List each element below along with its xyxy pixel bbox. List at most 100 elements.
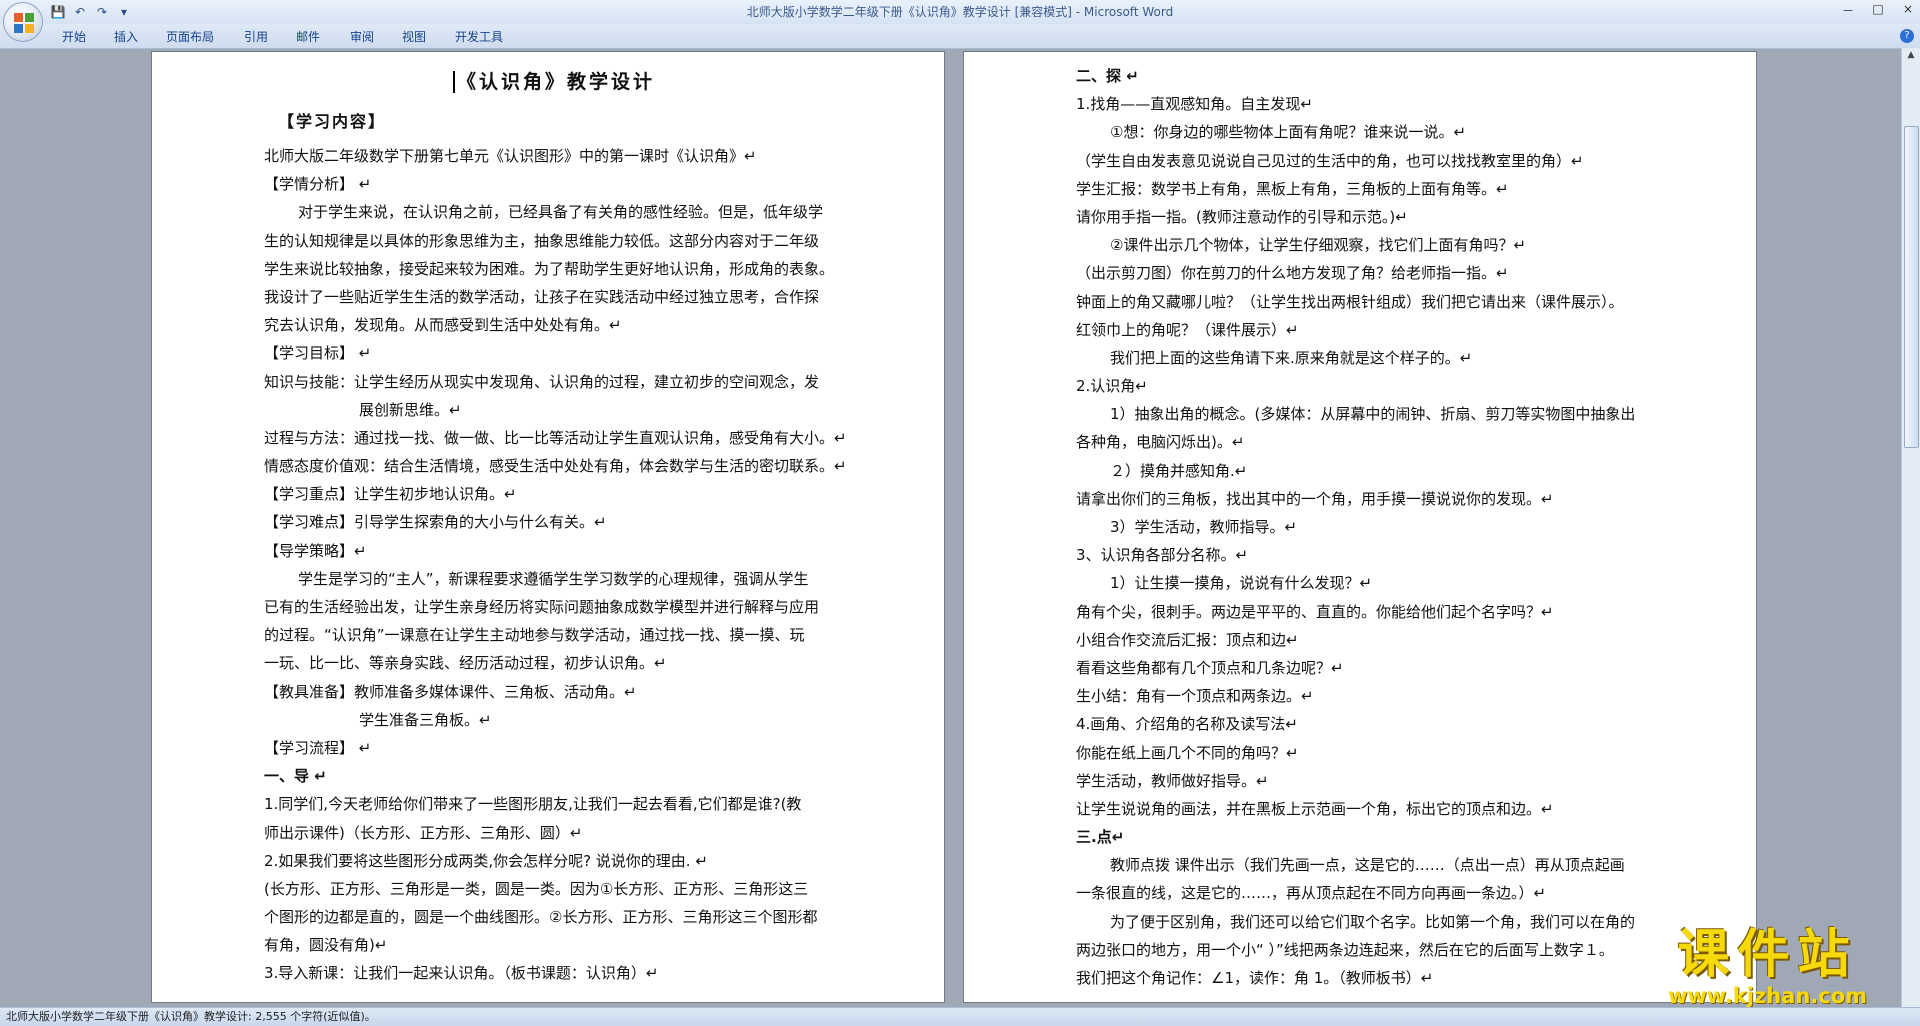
- tab-developer[interactable]: 开发工具: [455, 28, 503, 45]
- watermark-url: www.kjzhan.com: [1668, 984, 1868, 1008]
- paragraph-line: 3）学生活动，教师指导。↵: [1110, 518, 1298, 536]
- paragraph-line: 学生活动，教师做好指导。↵: [1076, 771, 1269, 790]
- paragraph-line: 看看这些角都有几个顶点和几条边呢？↵: [1076, 658, 1344, 677]
- paragraph-line: 【学习目标】 ↵: [264, 344, 372, 363]
- document-title: 《认识角》教学设计: [264, 62, 844, 102]
- quick-access-toolbar: 💾 ↶ ↷ ▾: [50, 3, 132, 21]
- customize-qat-icon[interactable]: ▾: [116, 5, 132, 19]
- office-button[interactable]: [3, 2, 43, 42]
- paragraph-line: 【导学策略】↵: [264, 541, 367, 560]
- paragraph-line: 你能在纸上画几个不同的角吗？↵: [1076, 743, 1299, 762]
- paragraph-line: 一条很直的线，这是它的……，再从顶点起在不同方向再画一条边。）↵: [1076, 884, 1547, 903]
- paragraph-line: 【教具准备】教师准备多媒体课件、三角板、活动角。↵: [264, 682, 637, 701]
- paragraph-line: 我们把这个角记作：∠1，读作：角 1。（教师板书）↵: [1076, 969, 1434, 987]
- paragraph-line: 【学情分析】 ↵: [264, 175, 372, 194]
- window-controls: － □ ×: [1840, 2, 1916, 19]
- scroll-up-icon[interactable]: ▲: [1904, 50, 1918, 64]
- paragraph-line: 个图形的边都是直的，圆是一个曲线图形。②长方形、正方形、三角形这三个图形都: [264, 908, 818, 927]
- close-button[interactable]: ×: [1900, 2, 1916, 19]
- paragraph-line: ①想：你身边的哪些物体上面有角呢？谁来说一说。↵: [1110, 123, 1467, 142]
- paragraph-line: 师出示课件)（长方形、正方形、三角形、圆）↵: [264, 823, 583, 842]
- watermark-text: 课件站: [1677, 925, 1858, 985]
- paragraph-line: 2.认识角↵: [1076, 377, 1148, 396]
- paragraph-line: 3、认识角各部分名称。↵: [1076, 546, 1249, 565]
- help-icon[interactable]: ?: [1900, 29, 1914, 43]
- paragraph-line: （出示剪刀图）你在剪刀的什么地方发现了角？给老师指一指。↵: [1076, 264, 1509, 283]
- paragraph-line: 钟面上的角又藏哪儿啦？（让学生找出两根针组成）我们把它请出来（课件展示）。: [1076, 292, 1624, 311]
- paragraph-line: 二、探 ↵: [1076, 67, 1139, 85]
- paragraph-line: 生的认知规律是以具体的形象思维为主，抽象思维能力较低。这部分内容对于二年级: [264, 231, 820, 250]
- status-bar: 北师大版小学数学二年级下册《认识角》教学设计: 2,555 个字符(近似值)。: [0, 1007, 1920, 1026]
- paragraph-line: 知识与技能：让学生经历从现实中发现角、认识角的过程，建立初步的空间观念，发: [264, 372, 820, 391]
- paragraph-line: ②课件出示几个物体，让学生仔细观察，找它们上面有角吗？↵: [1110, 236, 1527, 255]
- paragraph-line: 一、导 ↵: [264, 767, 327, 786]
- paragraph-line: 有角，圆没有角)↵: [264, 936, 388, 955]
- vertical-scrollbar[interactable]: ▲: [1901, 48, 1920, 1008]
- maximize-button[interactable]: □: [1870, 2, 1886, 19]
- title-bar: 💾 ↶ ↷ ▾ 北师大版小学数学二年级下册《认识角》教学设计 [兼容模式] - …: [0, 0, 1920, 25]
- left-page-paragraphs: 北师大版二年级数学下册第七单元《认识图形》中的第一课时《认识角》↵ 【学情分析】 …: [264, 142, 847, 988]
- paragraph-line: 4.画角、介绍角的名称及读写法↵: [1076, 715, 1298, 734]
- paragraph-line: 学生准备三角板。↵: [359, 710, 492, 729]
- right-page-body: 二、探 ↵ 1.找角——直观感知角。自主发现↵ ①想：你身边的哪些物体上面有角呢？谁…: [1076, 62, 1686, 992]
- paragraph-line: 学生汇报：数学书上有角，黑板上有角，三角板的上面有角等。↵: [1076, 179, 1509, 198]
- tab-mailings[interactable]: 邮件: [296, 28, 320, 45]
- paragraph-line: （学生自由发表意见说说自己见过的生活中的角，也可以找找教室里的角）↵: [1076, 151, 1584, 170]
- right-page-paragraphs: 二、探 ↵ 1.找角——直观感知角。自主发现↵ ①想：你身边的哪些物体上面有角呢？谁…: [1076, 62, 1686, 992]
- paragraph-line: 【学习难点】引导学生探索角的大小与什么有关。↵: [264, 513, 607, 532]
- tab-references[interactable]: 引用: [244, 28, 268, 45]
- paragraph-line: 两边张口的地方，用一个小“ ）”线把两条边连起来，然后在它的后面写上数字１。: [1076, 940, 1614, 959]
- paragraph-line: 教师点拨 课件出示（我们先画一点，这是它的……（点出一点）再从顶点起画: [1110, 856, 1625, 875]
- paragraph-line: 展创新思维。↵: [359, 400, 462, 419]
- undo-icon[interactable]: ↶: [72, 5, 88, 19]
- word-count-status[interactable]: 北师大版小学数学二年级下册《认识角》教学设计: 2,555 个字符(近似值)。: [6, 1008, 376, 1026]
- paragraph-line: 小组合作交流后汇报：顶点和边↵: [1076, 630, 1299, 649]
- paragraph-line: 为了便于区别角，我们还可以给它们取个名字。比如第一个角，我们可以在角的: [1110, 912, 1636, 931]
- paragraph-line: 请拿出你们的三角板，找出其中的一个角，用手摸一摸说说你的发现。↵: [1076, 489, 1554, 508]
- paragraph-line: 1.同学们,今天老师给你们带来了一些图形朋友,让我们一起去看看,它们都是谁?(教: [264, 795, 802, 814]
- paragraph-line: 北师大版二年级数学下册第七单元《认识图形》中的第一课时《认识角》↵: [264, 147, 757, 165]
- paragraph-line: 我们把上面的这些角请下来.原来角就是这个样子的。↵: [1110, 348, 1473, 367]
- document-page-right[interactable]: 二、探 ↵ 1.找角——直观感知角。自主发现↵ ①想：你身边的哪些物体上面有角呢？谁…: [964, 52, 1756, 1002]
- paragraph-line: 情感态度价值观：结合生活情境，感受生活中处处有角，体会数学与生活的密切联系。↵: [264, 457, 847, 476]
- paragraph-line: 各种角，电脑闪烁出)。↵: [1076, 433, 1245, 452]
- paragraph-line: (长方形、正方形、三角形是一类，圆是一类。因为①长方形、正方形、三角形这三: [264, 879, 809, 898]
- paragraph-line: 1.找角——直观感知角。自主发现↵: [1076, 95, 1313, 114]
- paragraph-line: 生小结：角有一个顶点和两条边。↵: [1076, 687, 1314, 706]
- window-title: 北师大版小学数学二年级下册《认识角》教学设计 [兼容模式] - Microsof…: [746, 5, 1174, 19]
- paragraph-line: 学生来说比较抽象，接受起来较为困难。为了帮助学生更好地认识角，形成角的表象。: [264, 259, 835, 278]
- paragraph-line: ２）摸角并感知角.↵: [1110, 461, 1248, 480]
- paragraph-line: 1）抽象出角的概念。(多媒体：从屏幕中的闹钟、折扇、剪刀等实物图中抽象出: [1110, 405, 1636, 424]
- watermark-logo: 课件站 www.kjzhan.com: [1668, 926, 1867, 1008]
- paragraph-line: 已有的生活经验出发，让学生亲身经历将实际问题抽象成数学模型并进行解释与应用: [264, 598, 820, 616]
- tab-home[interactable]: 开始: [62, 28, 86, 45]
- paragraph-line: 2.如果我们要将这些图形分成两类,你会怎样分呢? 说说你的理由. ↵: [264, 851, 708, 870]
- minimize-button[interactable]: －: [1840, 2, 1856, 19]
- paragraph-line: 我设计了一些贴近学生生活的数学活动，让孩子在实践活动中经过独立思考，合作探: [264, 287, 820, 306]
- redo-icon[interactable]: ↷: [94, 5, 110, 19]
- paragraph-line: 让学生说说角的画法，并在黑板上示范画一个角，标出它的顶点和边。↵: [1076, 799, 1554, 818]
- paragraph-line: 过程与方法：通过找一找、做一做、比一比等活动让学生直观认识角，感受角有大小。↵: [264, 428, 847, 447]
- save-icon[interactable]: 💾: [50, 5, 66, 19]
- paragraph-line: 3.导入新课：让我们一起来认识角。（板书课题：认识角）↵: [264, 964, 659, 983]
- paragraph-line: 【学习流程】 ↵: [264, 738, 372, 757]
- office-logo-icon: [14, 13, 34, 33]
- section-heading: 【学习内容】: [278, 112, 387, 131]
- title-text: 《认识角》教学设计: [456, 71, 655, 93]
- paragraph-line: 【学习重点】让学生初步地认识角。↵: [264, 485, 517, 504]
- tab-view[interactable]: 视图: [402, 28, 426, 45]
- tab-review[interactable]: 审阅: [350, 28, 374, 45]
- paragraph-line: 请你用手指一指。(教师注意动作的引导和示范。)↵: [1076, 207, 1408, 226]
- paragraph-line: 1）让生摸一摸角，说说有什么发现？↵: [1110, 574, 1373, 593]
- tab-page-layout[interactable]: 页面布局: [166, 28, 214, 45]
- paragraph-line: 一玩、比一比、等亲身实践、经历活动过程，初步认识角。↵: [264, 654, 667, 673]
- paragraph-line: 角有个尖，很刺手。两边是平平的、直直的。你能给他们起个名字吗？↵: [1076, 602, 1554, 621]
- paragraph-line: 对于学生来说，在认识角之前，已经具备了有关角的感性经验。但是，低年级学: [298, 203, 824, 222]
- tab-insert[interactable]: 插入: [114, 28, 138, 45]
- scrollbar-thumb[interactable]: [1904, 126, 1919, 448]
- left-page-body: 《认识角》教学设计 【学习内容】 北师大版二年级数学下册第七单元《认识图形》中的…: [264, 62, 847, 988]
- paragraph-line: 学生是学习的“主人”，新课程要求遵循学生学习数学的心理规律，强调从学生: [298, 569, 809, 588]
- document-page-left[interactable]: 《认识角》教学设计 【学习内容】 北师大版二年级数学下册第七单元《认识图形》中的…: [152, 52, 944, 1002]
- paragraph-line: 三.点↵: [1076, 828, 1125, 847]
- ribbon-tabs: 开始 插入 页面布局 引用 邮件 审阅 视图 开发工具 ?: [0, 24, 1920, 49]
